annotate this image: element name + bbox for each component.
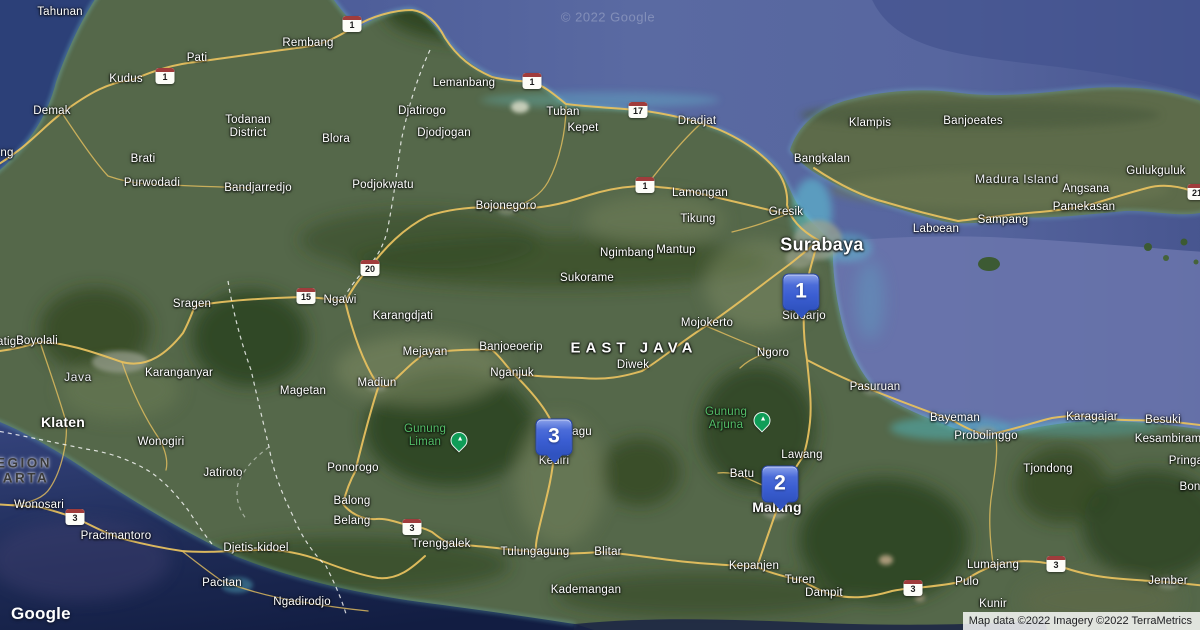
satellite-map[interactable]	[0, 0, 1200, 630]
google-watermark: © 2022 Google	[561, 10, 655, 25]
map-viewport[interactable]: © 2022 Google TahunanngDemakKudusPatiRem…	[0, 0, 1200, 630]
map-attribution: Map data ©2022 Imagery ©2022 TerraMetric…	[963, 612, 1200, 630]
map-marker-2[interactable]: 2	[762, 466, 799, 503]
google-logo: Google	[11, 604, 71, 624]
map-marker-1[interactable]: 1	[783, 274, 820, 311]
map-marker-3[interactable]: 3	[536, 419, 573, 456]
marker-number: 3	[537, 420, 572, 455]
marker-number: 1	[784, 275, 819, 310]
marker-number: 2	[763, 467, 798, 502]
